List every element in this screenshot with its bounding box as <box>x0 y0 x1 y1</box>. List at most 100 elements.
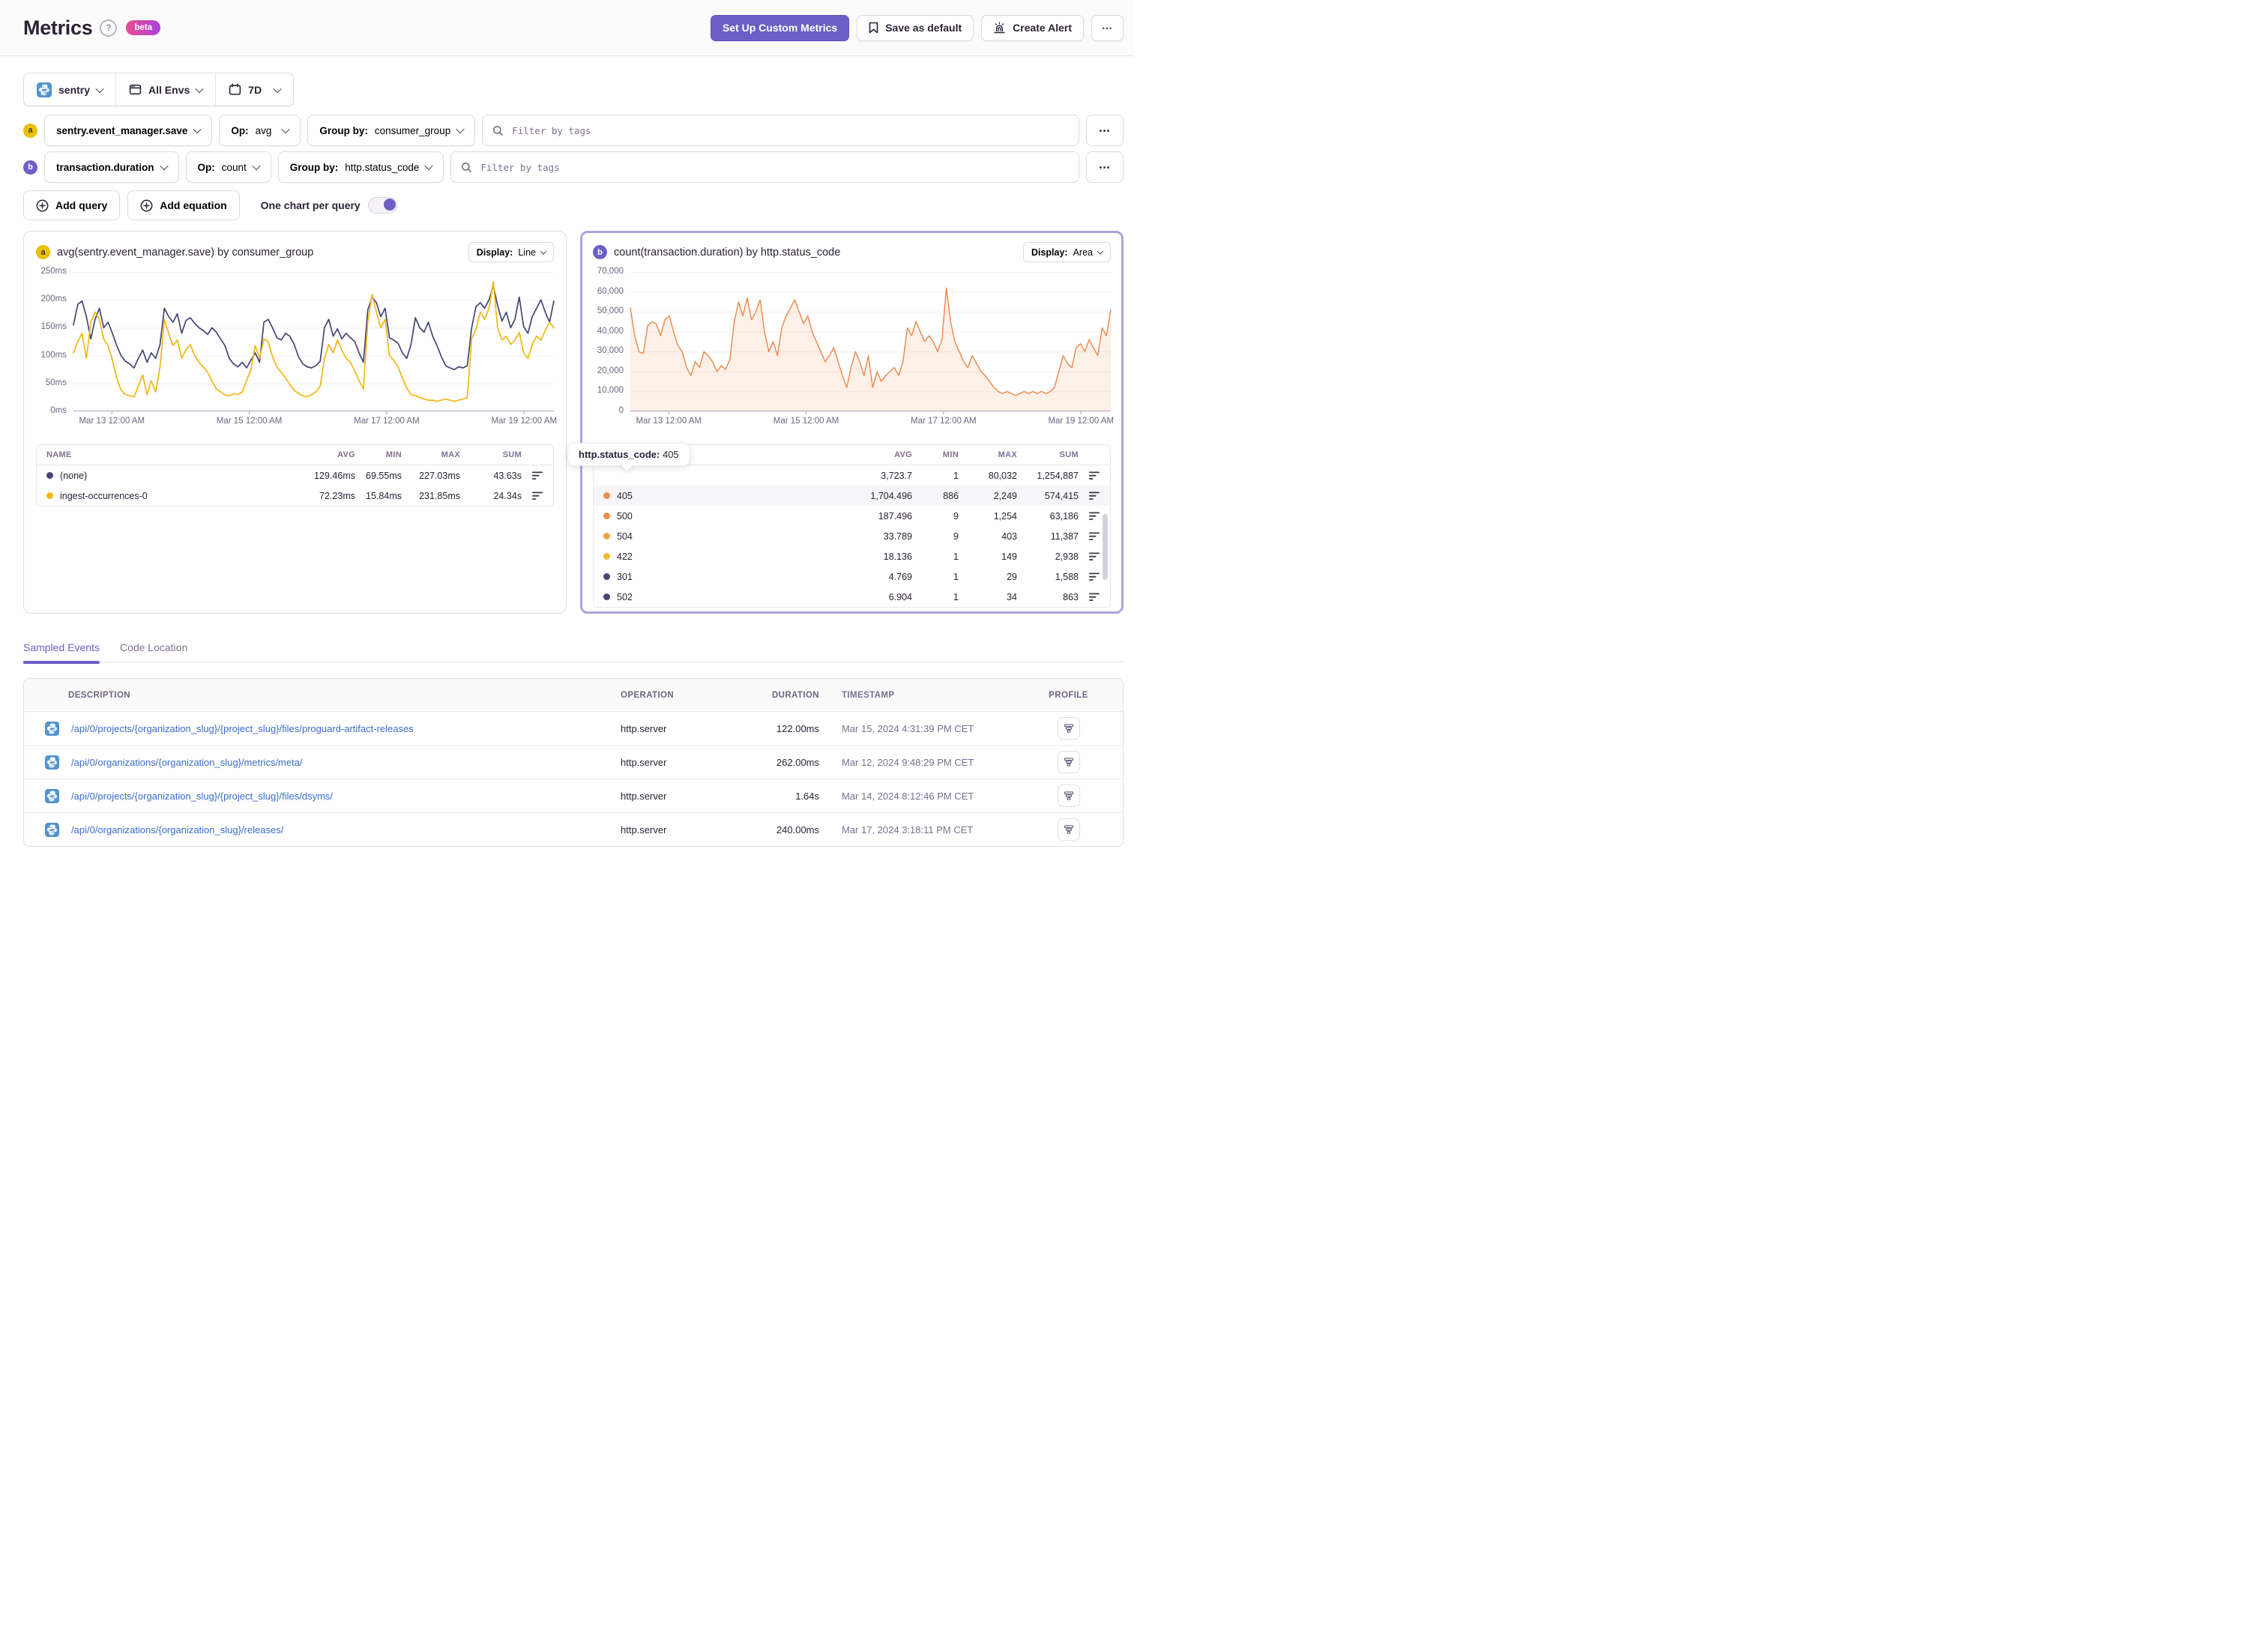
profile-button[interactable] <box>1057 717 1080 740</box>
chevron-down-icon <box>252 161 261 171</box>
series-row[interactable]: ingest-occurrences-0 72.23ms 15.84ms 231… <box>37 486 553 506</box>
line-chart-a[interactable] <box>73 272 555 414</box>
query-badge-a: a <box>36 245 50 259</box>
python-logo-icon <box>37 82 52 97</box>
chevron-down-icon <box>159 161 169 171</box>
event-row: /api/0/organizations/{organization_slug}… <box>24 812 1123 846</box>
sort-lines-icon[interactable] <box>1089 492 1100 501</box>
header-more-button[interactable]: ⋯ <box>1091 14 1124 41</box>
series-dot <box>46 492 53 499</box>
chevron-down-icon <box>193 124 202 134</box>
series-tooltip: http.status_code: 405 <box>567 443 690 472</box>
metric-select-b[interactable]: transaction.duration <box>44 151 179 183</box>
query-row-b: b transaction.duration Op: count Group by… <box>23 151 1124 183</box>
calendar-icon <box>229 83 241 96</box>
create-alert-button[interactable]: Create Alert <box>981 14 1084 41</box>
series-table-header: NAME AVG MIN MAX SUM <box>37 445 553 465</box>
sort-lines-icon[interactable] <box>1089 512 1100 521</box>
tag-filter-a[interactable] <box>482 115 1079 146</box>
series-dot <box>46 472 53 479</box>
series-row[interactable]: 502 6.904 1 34 863 <box>594 587 1110 607</box>
python-logo-icon <box>45 755 59 770</box>
query-row-a: a sentry.event_manager.save Op: avg Group… <box>23 115 1124 146</box>
chart-panel-a[interactable]: a avg(sentry.event_manager.save) by cons… <box>23 231 567 614</box>
page-filter-bar: sentry All Envs 7D <box>23 73 295 106</box>
page-title: Metrics <box>23 16 93 39</box>
groupby-select-a[interactable]: Group by: consumer_group <box>307 115 476 146</box>
sort-lines-icon[interactable] <box>1089 552 1100 561</box>
search-icon <box>461 162 472 173</box>
event-description-link[interactable]: /api/0/projects/{organization_slug}/{pro… <box>71 791 333 802</box>
metric-select-a[interactable]: sentry.event_manager.save <box>44 115 213 146</box>
chevron-down-icon <box>195 84 204 93</box>
save-as-default-button[interactable]: Save as default <box>857 14 974 41</box>
series-dot <box>603 593 610 600</box>
groupby-select-b[interactable]: Group by: http.status_code <box>277 151 444 183</box>
series-table-b: NAME AVG MIN MAX SUM 3,723.7 1 80,032 1,… <box>593 444 1111 608</box>
series-row[interactable]: 301 4.769 1 29 1,588 <box>594 566 1110 587</box>
one-chart-per-query-toggle[interactable] <box>367 197 397 214</box>
event-row: /api/0/projects/{organization_slug}/{pro… <box>24 712 1123 745</box>
setup-custom-metrics-button[interactable]: Set Up Custom Metrics <box>710 14 850 41</box>
add-equation-button[interactable]: Add equation <box>127 190 240 220</box>
profile-button[interactable] <box>1057 818 1080 841</box>
series-row-405[interactable]: 405 1,704.496 886 2,249 574,415 <box>594 486 1110 506</box>
profile-button[interactable] <box>1057 751 1080 773</box>
help-icon[interactable]: ? <box>100 19 118 37</box>
series-row[interactable]: 422 18.136 1 149 2,938 <box>594 546 1110 566</box>
event-description-link[interactable]: /api/0/projects/{organization_slug}/{pro… <box>71 723 414 734</box>
query-badge-b: b <box>593 245 607 259</box>
sort-lines-icon[interactable] <box>1089 471 1100 480</box>
display-select-b[interactable]: Display: Area <box>1022 242 1111 262</box>
chart-title-b: count(transaction.duration) by http.stat… <box>614 246 841 259</box>
project-selector[interactable]: sentry <box>24 73 115 106</box>
sort-lines-icon[interactable] <box>1089 572 1100 581</box>
time-range-selector[interactable]: 7D <box>215 73 293 106</box>
series-row[interactable]: 3,723.7 1 80,032 1,254,887 <box>594 465 1110 486</box>
tab-code-location[interactable]: Code Location <box>120 641 187 662</box>
area-chart-b[interactable] <box>630 272 1112 414</box>
series-row[interactable]: (none) 129.46ms 69.55ms 227.03ms 43.63s <box>37 465 553 486</box>
search-icon <box>492 125 504 136</box>
op-select-b[interactable]: Op: count <box>185 151 271 183</box>
chart-title-a: avg(sentry.event_manager.save) by consum… <box>57 246 314 259</box>
series-dot <box>603 492 610 499</box>
series-row[interactable]: 500 187.496 9 1,254 63,186 <box>594 506 1110 526</box>
profile-button[interactable] <box>1057 785 1080 807</box>
plus-circle-icon <box>36 199 49 212</box>
query-actions: Add query Add equation One chart per que… <box>23 190 1124 220</box>
event-description-link[interactable]: /api/0/organizations/{organization_slug}… <box>71 824 283 835</box>
sort-lines-icon[interactable] <box>1089 532 1100 541</box>
query-badge-b: b <box>23 160 37 175</box>
environment-selector[interactable]: All Envs <box>115 73 215 106</box>
tooltip-key: http.status_code: <box>579 449 660 460</box>
tab-sampled-events[interactable]: Sampled Events <box>23 641 100 664</box>
event-row: /api/0/organizations/{organization_slug}… <box>24 745 1123 779</box>
query-more-a[interactable]: ⋯ <box>1086 115 1124 146</box>
bookmark-icon <box>869 22 878 34</box>
event-description-link[interactable]: /api/0/organizations/{organization_slug}… <box>71 757 303 768</box>
sort-lines-icon[interactable] <box>532 471 543 480</box>
chevron-down-icon <box>95 84 104 93</box>
tag-filter-input-a[interactable] <box>510 124 1069 137</box>
op-select-a[interactable]: Op: avg <box>219 115 301 146</box>
chart-panel-b[interactable]: b count(transaction.duration) by http.st… <box>580 231 1124 614</box>
table-scrollbar[interactable] <box>1103 514 1108 580</box>
event-row: /api/0/projects/{organization_slug}/{pro… <box>24 779 1123 812</box>
series-row[interactable]: 504 33.789 9 403 11,387 <box>594 526 1110 546</box>
events-table-header: DESCRIPTION OPERATION DURATION TIMESTAMP… <box>24 679 1123 712</box>
query-more-b[interactable]: ⋯ <box>1086 151 1124 183</box>
tag-filter-b[interactable] <box>450 151 1079 183</box>
tooltip-value: 405 <box>662 449 679 460</box>
sort-lines-icon[interactable] <box>532 492 543 501</box>
query-badge-a: a <box>23 123 37 138</box>
python-logo-icon <box>45 822 59 837</box>
metrics-page: { "header": { "title": "Metrics", "beta_… <box>0 0 1134 847</box>
sort-lines-icon[interactable] <box>1089 593 1100 602</box>
add-query-button[interactable]: Add query <box>23 190 121 220</box>
chevron-down-icon <box>456 124 465 134</box>
display-select-a[interactable]: Display: Line <box>468 242 554 262</box>
chevron-down-icon <box>273 84 282 93</box>
tag-filter-input-b[interactable] <box>479 160 1069 174</box>
chevron-down-icon <box>1097 247 1104 255</box>
